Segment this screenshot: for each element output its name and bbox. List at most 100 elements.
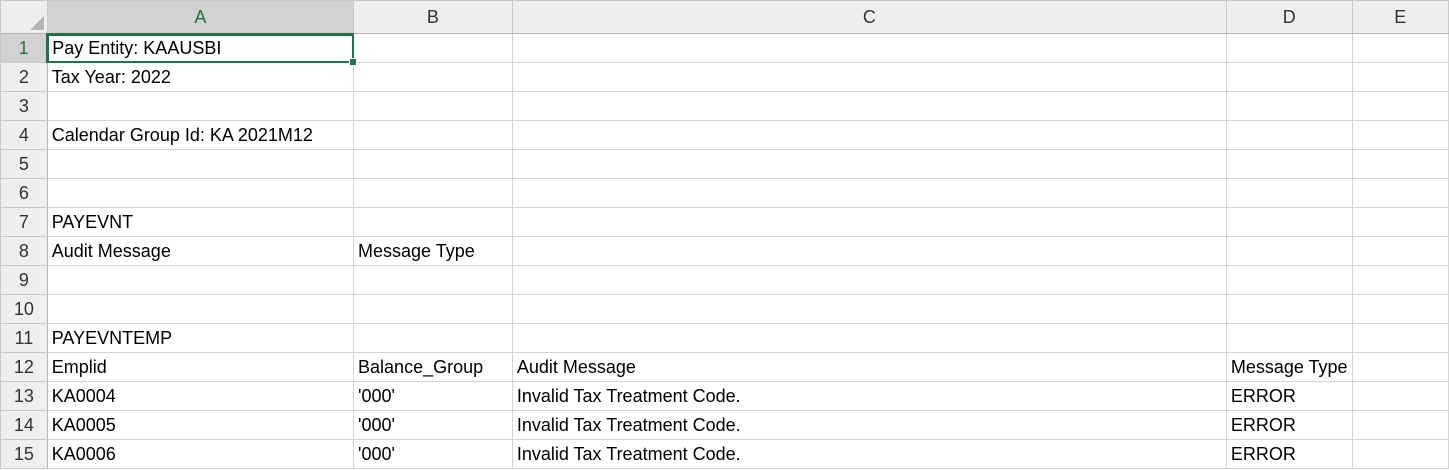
cell-d10[interactable] [1225, 294, 1353, 324]
row-header-13[interactable]: 13 [0, 381, 48, 411]
column-header-e[interactable]: E [1351, 0, 1449, 34]
row-header-6[interactable]: 6 [0, 178, 48, 208]
cell-e4[interactable] [1351, 120, 1449, 150]
cell-a5[interactable] [46, 149, 355, 179]
cell-c14[interactable]: Invalid Tax Treatment Code. [511, 410, 1227, 440]
cell-e8[interactable] [1351, 236, 1449, 266]
cell-e3[interactable] [1351, 91, 1449, 121]
row-header-9[interactable]: 9 [0, 265, 48, 295]
cell-e13[interactable] [1351, 381, 1449, 411]
select-all-corner[interactable] [0, 0, 48, 34]
row-header-3[interactable]: 3 [0, 91, 48, 121]
cell-b14[interactable]: '000' [353, 410, 513, 440]
cell-b9[interactable] [353, 265, 513, 295]
cell-a14[interactable]: KA0005 [46, 410, 355, 440]
cell-d13[interactable]: ERROR [1225, 381, 1353, 411]
row-header-14[interactable]: 14 [0, 410, 48, 440]
column-header-d[interactable]: D [1225, 0, 1353, 34]
cell-a7[interactable]: PAYEVNT [46, 207, 355, 237]
cell-c1[interactable] [511, 33, 1227, 63]
cell-b10[interactable] [353, 294, 513, 324]
cell-c12[interactable]: Audit Message [511, 352, 1227, 382]
cell-d12[interactable]: Message Type [1225, 352, 1353, 382]
cell-d7[interactable] [1225, 207, 1353, 237]
row-header-8[interactable]: 8 [0, 236, 48, 266]
cell-b15[interactable]: '000' [353, 439, 513, 469]
row-header-4[interactable]: 4 [0, 120, 48, 150]
cell-b6[interactable] [353, 178, 513, 208]
cell-c2[interactable] [511, 62, 1227, 92]
cell-a9[interactable] [46, 265, 355, 295]
cell-a4[interactable]: Calendar Group Id: KA 2021M12 [46, 120, 355, 150]
cell-e10[interactable] [1351, 294, 1449, 324]
cell-b5[interactable] [353, 149, 513, 179]
cell-e2[interactable] [1351, 62, 1449, 92]
cell-a3[interactable] [46, 91, 355, 121]
cell-b4[interactable] [353, 120, 513, 150]
cell-d1[interactable] [1225, 33, 1353, 63]
sheet-row: 11 PAYEVNTEMP [0, 323, 1449, 353]
cell-e9[interactable] [1351, 265, 1449, 295]
column-header-c[interactable]: C [511, 0, 1227, 34]
cell-d3[interactable] [1225, 91, 1353, 121]
cell-c13[interactable]: Invalid Tax Treatment Code. [511, 381, 1227, 411]
cell-e6[interactable] [1351, 178, 1449, 208]
cell-c10[interactable] [511, 294, 1227, 324]
cell-c6[interactable] [511, 178, 1227, 208]
cell-c5[interactable] [511, 149, 1227, 179]
cell-d6[interactable] [1225, 178, 1353, 208]
cell-c8[interactable] [511, 236, 1227, 266]
column-header-b[interactable]: B [353, 0, 513, 34]
cell-b11[interactable] [353, 323, 513, 353]
cell-b8[interactable]: Message Type [353, 236, 513, 266]
cell-e14[interactable] [1351, 410, 1449, 440]
cell-a2[interactable]: Tax Year: 2022 [46, 62, 355, 92]
row-header-2[interactable]: 2 [0, 62, 48, 92]
cell-b2[interactable] [353, 62, 513, 92]
cell-c15[interactable]: Invalid Tax Treatment Code. [511, 439, 1227, 469]
cell-d14[interactable]: ERROR [1225, 410, 1353, 440]
cell-a1[interactable]: Pay Entity: KAAUSBI [46, 33, 358, 66]
cell-c11[interactable] [511, 323, 1227, 353]
cell-e7[interactable] [1351, 207, 1449, 237]
column-header-a[interactable]: A [46, 0, 355, 35]
cell-c9[interactable] [511, 265, 1227, 295]
cell-b1[interactable] [353, 33, 513, 63]
row-header-10[interactable]: 10 [0, 294, 48, 324]
cell-a13[interactable]: KA0004 [46, 381, 355, 411]
row-header-1[interactable]: 1 [0, 33, 49, 63]
cell-d5[interactable] [1225, 149, 1353, 179]
cell-d11[interactable] [1225, 323, 1353, 353]
row-header-11[interactable]: 11 [0, 323, 48, 353]
cell-b7[interactable] [353, 207, 513, 237]
sheet-row: 5 [0, 149, 1449, 179]
cell-e15[interactable] [1351, 439, 1449, 469]
cell-e1[interactable] [1351, 33, 1449, 63]
sheet-row: 8 Audit Message Message Type [0, 236, 1449, 266]
cell-a10[interactable] [46, 294, 355, 324]
cell-a8[interactable]: Audit Message [46, 236, 355, 266]
cell-c7[interactable] [511, 207, 1227, 237]
row-header-12[interactable]: 12 [0, 352, 48, 382]
cell-c3[interactable] [511, 91, 1227, 121]
cell-d15[interactable]: ERROR [1225, 439, 1353, 469]
cell-d8[interactable] [1225, 236, 1353, 266]
cell-d4[interactable] [1225, 120, 1353, 150]
cell-d9[interactable] [1225, 265, 1353, 295]
row-header-5[interactable]: 5 [0, 149, 48, 179]
cell-a12[interactable]: Emplid [46, 352, 355, 382]
cell-b12[interactable]: Balance_Group [353, 352, 513, 382]
cell-e5[interactable] [1351, 149, 1449, 179]
cell-e11[interactable] [1351, 323, 1449, 353]
row-header-7[interactable]: 7 [0, 207, 48, 237]
cell-a11[interactable]: PAYEVNTEMP [46, 323, 355, 353]
cell-b3[interactable] [353, 91, 513, 121]
cell-d2[interactable] [1225, 62, 1353, 92]
cell-a6[interactable] [46, 178, 355, 208]
cell-e12[interactable] [1351, 352, 1449, 382]
fill-handle[interactable] [349, 58, 358, 66]
cell-a15[interactable]: KA0006 [46, 439, 355, 469]
cell-c4[interactable] [511, 120, 1227, 150]
row-header-15[interactable]: 15 [0, 439, 48, 469]
cell-b13[interactable]: '000' [353, 381, 513, 411]
